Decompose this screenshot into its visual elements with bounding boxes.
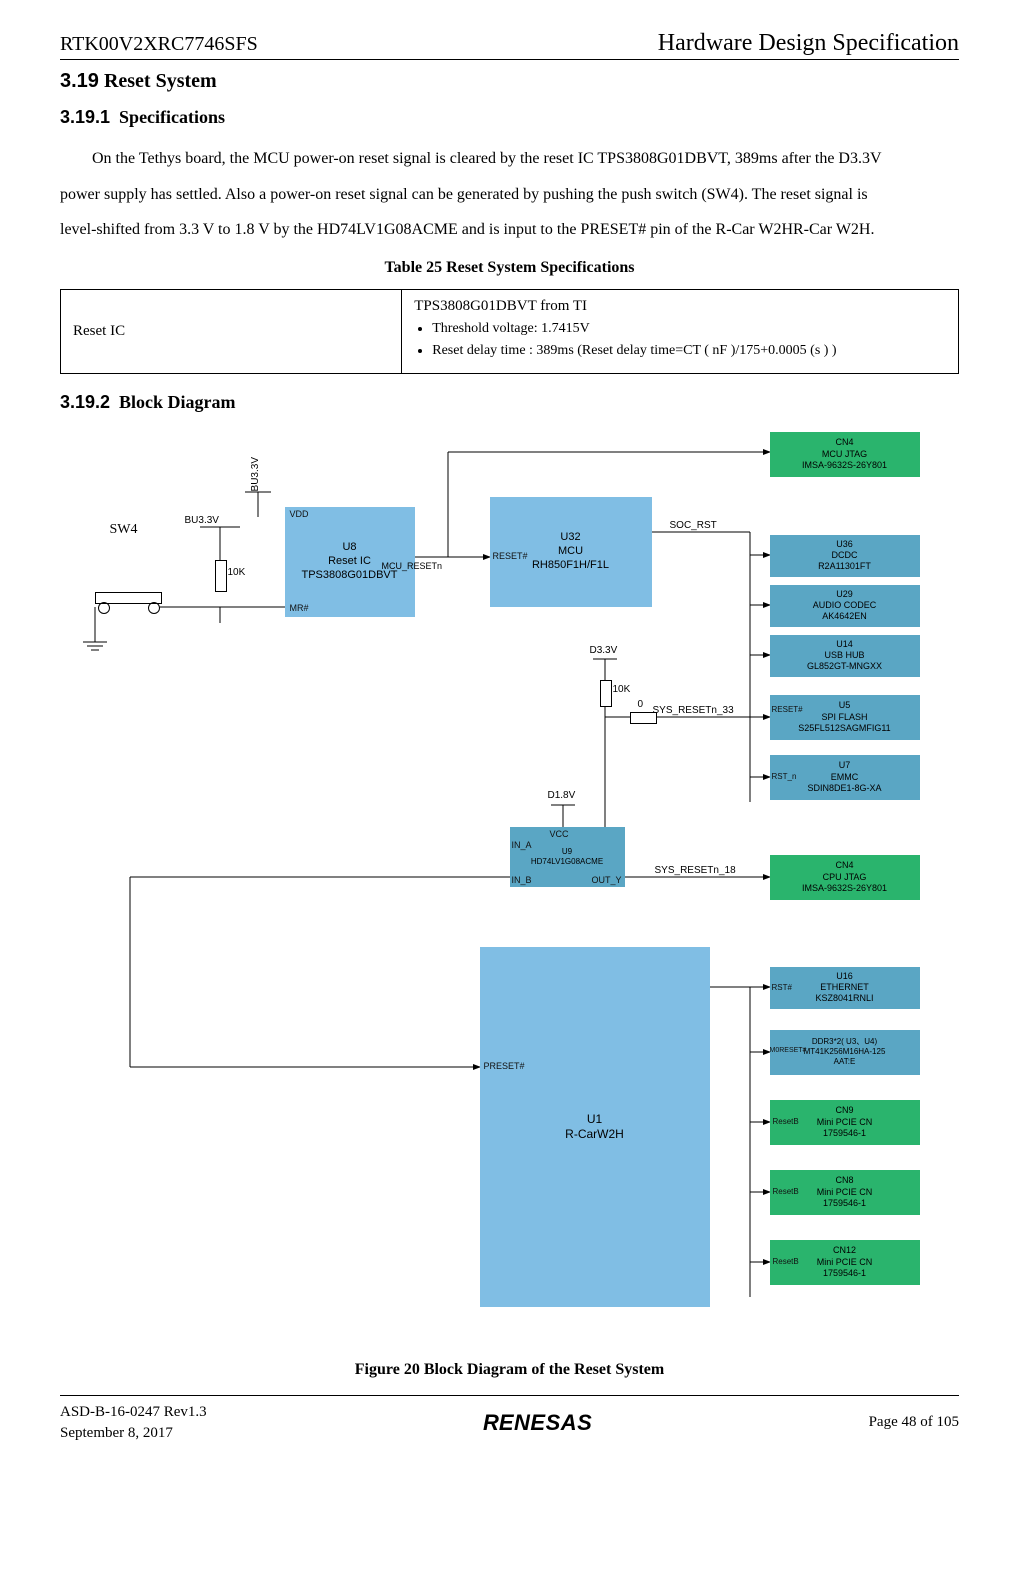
u9-pin-vcc: VCC xyxy=(550,829,569,839)
net-mcu-resetn: MCU_RESETn xyxy=(382,561,443,571)
u9-pin-ina: IN_A xyxy=(512,840,532,850)
block-diagram-reset-system: SW4 BU3.3V 10K BU3.3V U8 Reset IC TPS380… xyxy=(70,427,950,1347)
paragraph-line-2: power supply has settled. Also a power-o… xyxy=(60,178,959,212)
r-10k-b xyxy=(600,680,612,707)
spec-col-label: Reset IC xyxy=(61,289,402,373)
renesas-logo: RRENESASENESAS xyxy=(483,1410,592,1436)
cn8-pin-resetb: ResetB xyxy=(773,1187,799,1196)
ddr-pin-m0reset: M0RESET# xyxy=(770,1047,807,1054)
spec-col-value: TPS3808G01DBVT from TI Threshold voltage… xyxy=(402,289,959,373)
spec-bullet-2: Reset delay time : 389ms (Reset delay ti… xyxy=(432,343,946,359)
sw4-pin-right xyxy=(148,602,160,614)
u16-ethernet: U16 ETHERNET KSZ8041RNLI xyxy=(770,967,920,1009)
footer-date: September 8, 2017 xyxy=(60,1423,207,1444)
section-heading-3-19: 3.19 Reset System xyxy=(60,70,959,93)
u5-spi-flash: U5 SPI FLASH S25FL512SAGMFIG11 xyxy=(770,695,920,740)
u16-pin-rst: RST# xyxy=(772,983,792,992)
u32-pin-reset: RESET# xyxy=(493,551,528,561)
u9-pin-outy: OUT_Y xyxy=(592,875,622,885)
u8-pin-vdd: VDD xyxy=(290,509,309,519)
bu3v3-vertical: BU3.3V xyxy=(250,457,261,491)
cn4-mcu-jtag: CN4 MCU JTAG IMSA-9632S-26Y801 xyxy=(770,432,920,477)
net-soc-rst: SOC_RST xyxy=(670,520,717,531)
d1v8-label: D1.8V xyxy=(548,790,576,801)
bu3v3-label: BU3.3V xyxy=(185,515,219,526)
page-header: RTK00V2XRC7746SFS Hardware Design Specif… xyxy=(60,30,959,60)
cn9-pin-resetb: ResetB xyxy=(773,1117,799,1126)
footer-doc-rev: ASD-B-16-0247 Rev1.3 xyxy=(60,1402,207,1423)
cn12-pin-resetb: ResetB xyxy=(773,1257,799,1266)
r-10k-value: 10K xyxy=(228,567,246,578)
u9-pin-inb: IN_B xyxy=(512,875,532,885)
table-25: Reset IC TPS3808G01DBVT from TI Threshol… xyxy=(60,289,959,374)
u1-pin-preset: PRESET# xyxy=(484,1061,525,1071)
footer-page-number: Page 48 of 105 xyxy=(869,1414,959,1431)
r-10k-b-value: 10K xyxy=(613,684,631,695)
net-sys-resetn-33: SYS_RESETn_33 xyxy=(653,705,734,716)
sw4-label: SW4 xyxy=(110,522,138,538)
u29-audio-codec: U29 AUDIO CODEC AK4642EN xyxy=(770,585,920,627)
r-0-value: 0 xyxy=(638,699,644,710)
u7-pin-rstn: RST_n xyxy=(772,772,797,781)
u8-pin-mr: MR# xyxy=(290,603,309,613)
paragraph-line-3: level-shifted from 3.3 V to 1.8 V by the… xyxy=(60,213,959,247)
doc-code: RTK00V2XRC7746SFS xyxy=(60,33,258,56)
doc-title: Hardware Design Specification xyxy=(658,30,959,57)
spec-bullet-1: Threshold voltage: 1.7415V xyxy=(432,321,946,337)
paragraph-line-1: On the Tethys board, the MCU power-on re… xyxy=(60,142,959,176)
u5-pin-reset: RESET# xyxy=(772,705,802,714)
u36-dcdc: U36 DCDC R2A11301FT xyxy=(770,535,920,577)
table-25-caption: Table 25 Reset System Specifications xyxy=(60,259,959,277)
section-heading-3-19-1: 3.19.1 Specifications xyxy=(60,107,959,128)
net-sys-resetn-18: SYS_RESETn_18 xyxy=(655,865,736,876)
cn4-cpu-jtag: CN4 CPU JTAG IMSA-9632S-26Y801 xyxy=(770,855,920,900)
sw4-pin-left xyxy=(98,602,110,614)
section-heading-3-19-2: 3.19.2 Block Diagram xyxy=(60,392,959,413)
d3v3-label: D3.3V xyxy=(590,645,618,656)
u14-usb-hub: U14 USB HUB GL852GT-MNGXX xyxy=(770,635,920,677)
figure-20-caption: Figure 20 Block Diagram of the Reset Sys… xyxy=(60,1361,959,1379)
page-footer: ASD-B-16-0247 Rev1.3 September 8, 2017 R… xyxy=(60,1395,959,1444)
u1-r-car-w2h: U1 R-CarW2H xyxy=(480,947,710,1307)
r-10k-pullup xyxy=(215,560,227,592)
